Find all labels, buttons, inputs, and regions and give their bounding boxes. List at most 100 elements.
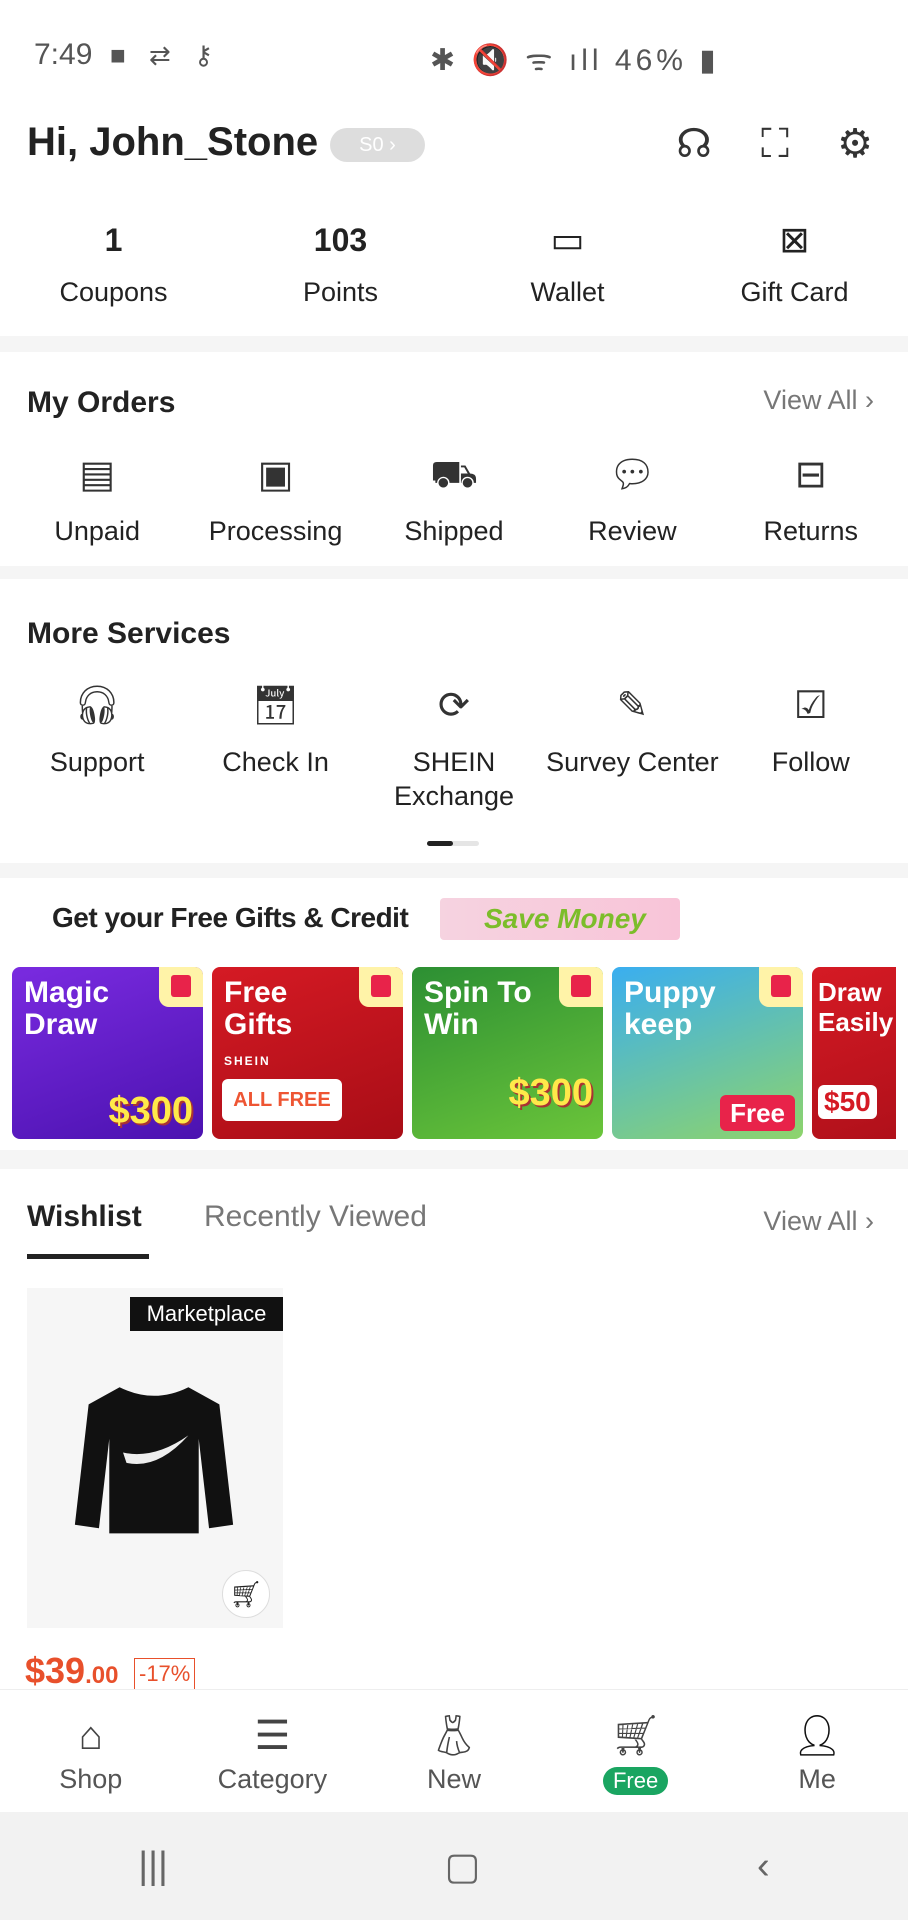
page-indicator [427, 841, 479, 846]
nav-me[interactable]: 👤︎ Me [729, 1690, 905, 1812]
label: Unpaid [54, 516, 140, 546]
back-icon[interactable]: ‹ [757, 1845, 770, 1888]
points-stat[interactable]: 103 Points [227, 215, 454, 308]
coupons-label: Coupons [59, 277, 168, 307]
system-icons: ✱ 🔇 ᯤ ıll 46% ▮ [430, 44, 720, 77]
category-search-icon: ☰ [254, 1714, 291, 1758]
wallet-stat[interactable]: ▭ Wallet [454, 215, 681, 308]
home-button-icon[interactable]: ▢ [445, 1844, 481, 1889]
coupons-stat[interactable]: 1 Coupons [0, 215, 227, 308]
settings-icon[interactable]: ⚙ [829, 118, 881, 170]
marketplace-tag: Marketplace [130, 1297, 283, 1331]
return-box-icon: ⊟ [794, 454, 827, 496]
wallet-icon: ▭ [550, 219, 585, 260]
sync-icon: ⇄ [148, 40, 179, 70]
service-exchange[interactable]: ⟳ SHEIN Exchange [366, 681, 542, 813]
order-shipped[interactable]: ⛟ Shipped [366, 450, 542, 548]
order-review[interactable]: 💬︎ Review [544, 450, 720, 548]
recents-icon[interactable]: ||| [138, 1845, 168, 1888]
video-icon: ■ [110, 40, 134, 70]
divider [0, 1150, 908, 1169]
gift-cards: Magic Draw $300 Free Gifts SHEIN ALL FREE S… [12, 967, 908, 1139]
order-processing[interactable]: ▣ Processing [188, 450, 364, 548]
nav-shop[interactable]: ⌂ Shop [3, 1690, 179, 1812]
points-label: Points [302, 277, 379, 307]
nav-cart[interactable]: 🛒︎ Free [548, 1690, 724, 1812]
chevron-right-icon: › [865, 385, 874, 415]
survey-icon: ✎ [616, 685, 649, 727]
services-row: 🎧︎ Support 📅︎ Check In ⟳ SHEIN Exchange ✎ Su… [0, 681, 908, 813]
label: Follow [771, 747, 850, 777]
price-cents: .00 [85, 1662, 119, 1689]
level-badge[interactable]: S0 › [330, 128, 425, 162]
gift-card-icon: ⊠ [779, 219, 810, 260]
box-icon: ▣ [257, 454, 294, 496]
price-main: $39 [25, 1650, 86, 1691]
label: Category [217, 1764, 328, 1794]
service-survey[interactable]: ✎ Survey Center [544, 681, 720, 813]
view-all-label: View All [763, 385, 858, 415]
label: New [426, 1764, 481, 1794]
order-returns[interactable]: ⊟ Returns [723, 450, 899, 548]
more-services-title: More Services [27, 617, 231, 650]
card-draw-easily[interactable]: Draw Easily $50 [812, 967, 896, 1139]
save-money-banner[interactable]: Save Money [440, 898, 680, 940]
headset-icon: 🎧︎ [73, 685, 122, 727]
card-badge: $50 [818, 1085, 877, 1119]
order-unpaid[interactable]: ▤ Unpaid [9, 450, 185, 548]
thumb-icon [559, 967, 603, 1007]
nav-category[interactable]: ☰ Category [184, 1690, 360, 1812]
orders-row: ▤ Unpaid ▣ Processing ⛟ Shipped 💬︎ Review ⊟ R… [0, 450, 908, 548]
brand-text: SHEIN [224, 1054, 271, 1068]
card-badge: $300 [508, 1072, 593, 1114]
divider [0, 336, 908, 352]
clock: 7:49 [34, 38, 93, 71]
battery-level: 46% [614, 44, 687, 77]
tab-wishlist[interactable]: Wishlist [27, 1200, 142, 1234]
card-title: Magic Draw [24, 976, 110, 1041]
chat-icon: 💬︎ [608, 454, 657, 496]
thumb-icon [159, 967, 203, 1007]
product-price: $39.00 [25, 1650, 118, 1692]
card-title: Puppy keep [624, 976, 716, 1041]
cart-icon: 🛒︎ [610, 1714, 661, 1758]
support-bot-icon[interactable]: ☊ [668, 118, 720, 170]
bottom-nav: ⌂ Shop ☰ Category 👗︎ New 🛒︎ Free 👤︎ Me [0, 1689, 908, 1812]
checkbox-icon: ☑ [793, 685, 828, 727]
service-follow[interactable]: ☑ Follow [723, 681, 899, 813]
wishlist-view-all[interactable]: View All › [763, 1206, 874, 1237]
gift-card-label: Gift Card [740, 277, 849, 307]
scan-icon[interactable]: ⛶ [749, 118, 801, 170]
card-title: Free Gifts [224, 976, 293, 1041]
add-to-cart-icon[interactable]: 🛒︎ [222, 1570, 270, 1618]
label: Processing [208, 516, 343, 546]
chevron-right-icon: › [865, 1206, 874, 1236]
system-nav-bar: ||| ▢ ‹ [0, 1812, 908, 1920]
gift-card-stat[interactable]: ⊠ Gift Card [681, 215, 908, 308]
label: Support [49, 747, 145, 777]
orders-view-all[interactable]: View All › [763, 385, 874, 416]
divider [0, 566, 908, 579]
card-magic-draw[interactable]: Magic Draw $300 [12, 967, 203, 1139]
nav-new[interactable]: 👗︎ New [366, 1690, 542, 1812]
card-badge: Free [720, 1095, 795, 1131]
points-count: 103 [313, 222, 368, 258]
card-badge: ALL FREE [222, 1079, 342, 1121]
wallet-card-icon: ▤ [79, 454, 116, 496]
card-spin-to-win[interactable]: Spin To Win $300 [412, 967, 603, 1139]
service-check-in[interactable]: 📅︎ Check In [188, 681, 364, 813]
tab-recently-viewed[interactable]: Recently Viewed [204, 1200, 427, 1234]
card-puppy-keep[interactable]: Puppy keep Free [612, 967, 803, 1139]
calendar-check-icon: 📅︎ [251, 685, 300, 727]
discount-badge: -17% [134, 1658, 196, 1690]
service-support[interactable]: 🎧︎ Support [9, 681, 185, 813]
label: Me [798, 1764, 836, 1794]
card-title: Draw Easily [818, 977, 894, 1037]
card-free-gifts[interactable]: Free Gifts SHEIN ALL FREE [212, 967, 403, 1139]
key-icon: ⚷ [193, 40, 222, 70]
my-orders-title: My Orders [27, 386, 176, 419]
wallet-label: Wallet [530, 277, 605, 307]
label: Shipped [404, 516, 504, 546]
label: Shop [59, 1764, 123, 1794]
label: Check In [222, 747, 329, 777]
